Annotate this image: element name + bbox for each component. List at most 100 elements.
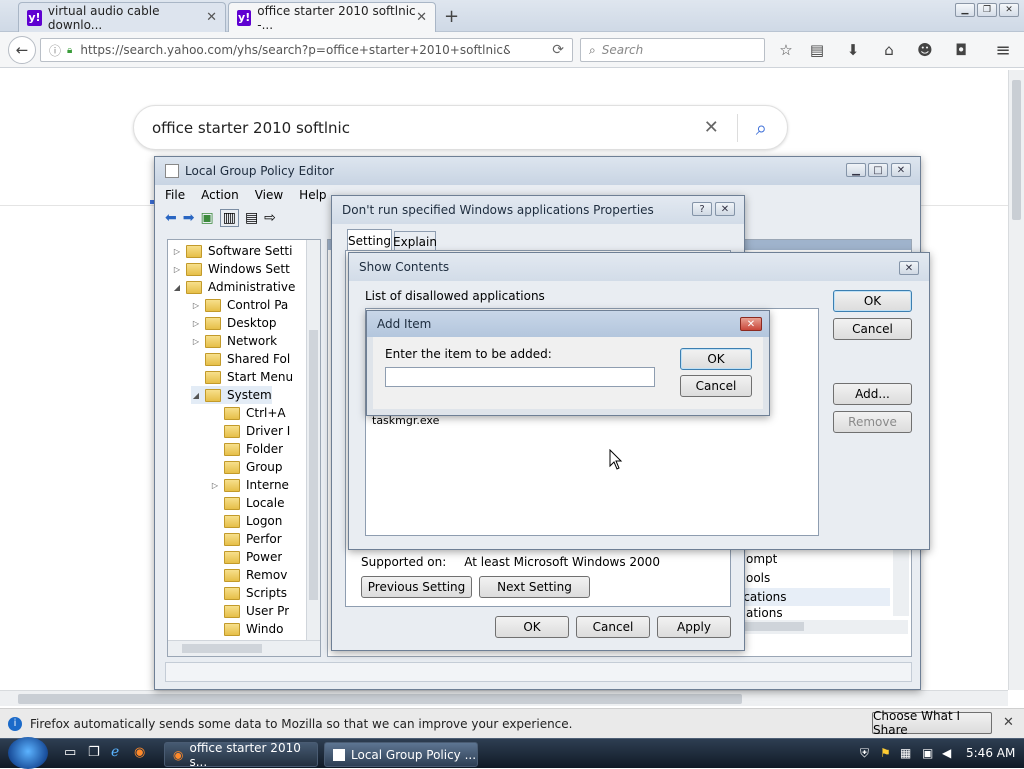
tray-display-icon[interactable]: ▣ [922,746,933,760]
setting-row[interactable]: ompt [746,550,777,568]
properties-icon[interactable]: ▤ [245,210,258,226]
up-folder-icon[interactable]: ▣ [200,210,213,226]
chat-icon[interactable]: ☻ [914,40,936,60]
clock[interactable]: 5:46 AM [966,746,1015,760]
close-icon[interactable]: ✕ [740,317,762,331]
tree-item[interactable]: ◢ Administrative [172,278,295,296]
expand-arrow-icon[interactable]: ▷ [191,337,201,346]
tree-item[interactable]: User Pr [210,602,289,620]
taskbar-firefox-button[interactable]: ◉ office starter 2010 s... [164,741,318,769]
tree-item[interactable]: ▷ Network [191,332,277,350]
tree-item[interactable]: Start Menu [191,368,293,386]
properties-title-bar[interactable]: Don't run specified Windows applications… [332,196,744,224]
gpedit-title-bar[interactable]: Local Group Policy Editor [155,157,920,185]
ok-button[interactable]: OK [833,290,912,312]
ok-button[interactable]: OK [680,348,752,370]
close-icon[interactable]: ✕ [416,10,427,25]
tray-volume-icon[interactable]: ◀ [942,746,951,760]
tree-item[interactable]: Locale [210,494,284,512]
close-icon[interactable]: ✕ [891,163,911,177]
scroll-thumb[interactable] [309,330,318,600]
page-horizontal-scrollbar[interactable] [0,690,1008,706]
back-arrow-icon[interactable]: ⬅ [165,210,177,226]
tree-item[interactable]: Shared Fol [191,350,290,368]
menu-file[interactable]: File [165,188,185,202]
menu-help[interactable]: Help [299,188,326,202]
firefox-icon[interactable]: ◉ [134,745,145,760]
taskbar-gpedit-button[interactable]: Local Group Policy ... [324,742,478,767]
tray-warning-icon[interactable]: ⚑ [880,746,891,760]
expand-arrow-icon[interactable]: ▷ [210,481,220,490]
page-vertical-scrollbar[interactable] [1008,70,1024,690]
tree-item[interactable]: ▷ Software Setti [172,242,293,260]
expand-arrow-icon[interactable]: ▷ [172,265,182,274]
apply-button[interactable]: Apply [657,616,731,638]
item-name-input[interactable] [385,367,655,387]
ie-icon[interactable]: ℯ [111,744,119,760]
setting-row[interactable]: ools [746,569,770,587]
tab-office-starter[interactable]: y! office starter 2010 softlnic -... ✕ [228,2,436,32]
tree-item[interactable]: Driver I [210,422,290,440]
close-icon[interactable]: ✕ [206,10,217,25]
start-orb-icon[interactable] [8,737,48,769]
reading-list-icon[interactable]: ▤ [806,40,828,60]
setting-row-selected[interactable]: ications [740,588,890,606]
add-item-title-bar[interactable]: Add Item [367,311,769,337]
minimize-icon[interactable]: ▁ [846,163,866,177]
home-icon[interactable]: ⌂ [878,40,900,60]
tab-setting[interactable]: Setting [347,229,392,251]
scroll-thumb[interactable] [182,644,262,653]
tree-item[interactable]: ▷ Windows Sett [172,260,290,278]
yahoo-search-box[interactable]: office starter 2010 softlnic ✕ ⌕ [133,105,788,150]
tree-item[interactable]: ▷ Interne [210,476,289,494]
expand-arrow-icon[interactable]: ▷ [191,319,201,328]
tree-vertical-scrollbar[interactable] [306,240,320,640]
show-hide-tree-icon[interactable]: ▥ [219,209,239,227]
tree-horizontal-scrollbar[interactable] [168,640,320,656]
menu-action[interactable]: Action [201,188,239,202]
bookmark-star-icon[interactable]: ☆ [775,40,797,60]
settings-vertical-scrollbar[interactable] [893,540,909,616]
tree-item[interactable]: Windo [210,620,284,638]
url-bar[interactable]: ⓘ 🔒︎ https://search.yahoo.com/yhs/search… [40,38,573,62]
tree-item[interactable]: Folder [210,440,283,458]
close-icon[interactable]: ✕ [715,202,735,216]
setting-row[interactable]: ations [746,607,783,619]
settings-horizontal-scrollbar[interactable] [728,620,908,634]
close-icon[interactable]: ✕ [899,261,919,275]
close-window-icon[interactable]: ✕ [999,3,1019,17]
show-desktop-icon[interactable]: ▭ [64,745,76,760]
scroll-thumb[interactable] [18,694,742,704]
expand-arrow-icon[interactable]: ▷ [172,247,182,256]
tab-virtual-audio[interactable]: y! virtual audio cable downlo... ✕ [18,2,226,32]
tree-item[interactable]: Remov [210,566,287,584]
next-setting-button[interactable]: Next Setting [479,576,590,598]
clear-icon[interactable]: ✕ [704,117,719,138]
tree-item[interactable]: ▷ Desktop [191,314,277,332]
add-button[interactable]: Add... [833,383,912,405]
search-icon[interactable]: ⌕ [756,116,767,140]
cancel-button[interactable]: Cancel [576,616,650,638]
new-tab-icon[interactable]: + [444,6,459,27]
tray-network-icon[interactable]: ▦ [900,746,911,760]
scroll-thumb[interactable] [1012,80,1021,220]
tree-item[interactable]: Perfor [210,530,282,548]
tree-item[interactable]: Group [210,458,283,476]
remove-button[interactable]: Remove [833,411,912,433]
reload-icon[interactable]: ⟳ [552,42,564,58]
maximize-icon[interactable]: □ [868,163,888,177]
browser-search-input[interactable]: ⌕ Search [580,38,765,62]
pocket-icon[interactable]: ◘ [950,40,972,60]
restore-icon[interactable]: ❐ [977,3,997,17]
back-icon[interactable]: ← [8,36,36,64]
info-icon[interactable]: ⓘ [49,42,61,59]
minimize-icon[interactable]: ▁ [955,3,975,17]
show-contents-title-bar[interactable]: Show Contents [349,253,929,281]
tree-item[interactable]: Scripts [210,584,287,602]
download-icon[interactable]: ⬇ [842,40,864,60]
help-icon[interactable]: ? [692,202,712,216]
tree-item[interactable]: ◢ System [191,386,272,404]
tree-item[interactable]: Ctrl+A [210,404,286,422]
export-icon[interactable]: ⇨ [264,210,276,226]
previous-setting-button[interactable]: Previous Setting [361,576,472,598]
